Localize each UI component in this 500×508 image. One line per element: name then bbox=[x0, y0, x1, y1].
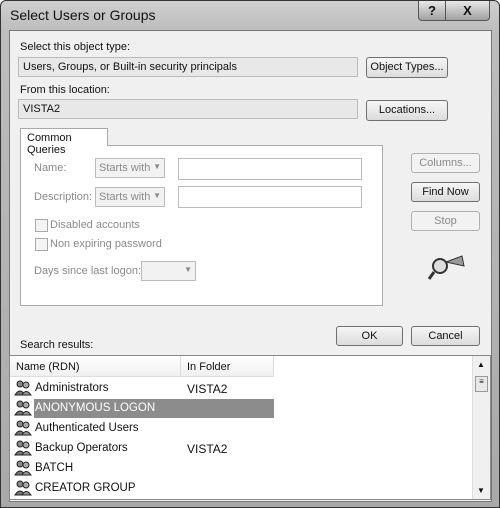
locations-button[interactable]: Locations... bbox=[366, 100, 448, 121]
name-input[interactable] bbox=[178, 158, 362, 180]
non-expiring-checkbox[interactable] bbox=[35, 238, 48, 251]
list-item[interactable]: Administrators VISTA2 bbox=[14, 379, 474, 399]
item-name: BATCH bbox=[35, 462, 74, 474]
name-mode-value: Starts with bbox=[99, 162, 151, 174]
days-since-logon-label: Days since last logon: bbox=[34, 265, 141, 277]
group-icon bbox=[14, 440, 32, 456]
description-label: Description: bbox=[34, 191, 93, 203]
search-flashlight-icon bbox=[428, 255, 465, 280]
item-name: CREATOR GROUP bbox=[35, 482, 136, 494]
item-name: Administrators bbox=[35, 382, 109, 394]
chevron-down-icon: ▼ bbox=[153, 191, 161, 200]
search-results-label: Search results: bbox=[20, 339, 94, 351]
columns-button[interactable]: Columns... bbox=[411, 153, 480, 173]
item-folder: VISTA2 bbox=[187, 442, 228, 456]
object-type-label: Select this object type: bbox=[20, 41, 131, 53]
days-since-logon-combo[interactable]: ▼ bbox=[141, 261, 196, 281]
tab-common-queries[interactable]: Common Queries bbox=[20, 128, 108, 156]
scroll-thumb[interactable]: ≡ bbox=[475, 376, 488, 392]
description-mode-value: Starts with bbox=[99, 191, 151, 203]
list-item[interactable]: Authenticated Users bbox=[14, 419, 474, 439]
non-expiring-label: Non expiring password bbox=[50, 238, 162, 250]
ok-button[interactable]: OK bbox=[336, 326, 403, 346]
scroll-down-icon[interactable]: ▼ bbox=[477, 486, 485, 495]
close-button[interactable]: X bbox=[445, 1, 490, 21]
description-input[interactable] bbox=[178, 186, 362, 208]
disabled-accounts-label: Disabled accounts bbox=[50, 219, 140, 231]
stop-button[interactable]: Stop bbox=[411, 211, 480, 231]
item-name: Backup Operators bbox=[35, 442, 128, 454]
location-label: From this location: bbox=[20, 84, 110, 96]
group-icon bbox=[14, 420, 32, 436]
item-folder: VISTA2 bbox=[187, 382, 228, 396]
list-item[interactable]: CREATOR GROUP bbox=[14, 479, 474, 499]
object-types-button[interactable]: Object Types... bbox=[366, 57, 448, 78]
window-title: Select Users or Groups bbox=[10, 7, 156, 23]
description-mode-combo[interactable]: Starts with ▼ bbox=[95, 187, 165, 207]
vertical-scrollbar[interactable]: ▲ ≡ ▼ bbox=[472, 356, 490, 499]
search-results-list[interactable]: Name (RDN) In Folder Administrators VISTA… bbox=[9, 355, 491, 500]
item-name: Authenticated Users bbox=[35, 422, 139, 434]
scroll-up-icon[interactable]: ▲ bbox=[477, 360, 485, 369]
name-label: Name: bbox=[34, 162, 67, 174]
name-mode-combo[interactable]: Starts with ▼ bbox=[95, 158, 165, 178]
column-header-folder[interactable]: In Folder bbox=[181, 356, 274, 377]
object-type-field: Users, Groups, or Built-in security prin… bbox=[18, 57, 358, 77]
find-now-button[interactable]: Find Now bbox=[411, 182, 480, 202]
group-icon bbox=[14, 400, 32, 416]
group-icon bbox=[14, 380, 32, 396]
help-button[interactable]: ? bbox=[418, 1, 446, 21]
chevron-down-icon: ▼ bbox=[184, 265, 192, 274]
cancel-button[interactable]: Cancel bbox=[411, 326, 480, 346]
group-icon bbox=[14, 460, 32, 476]
location-field: VISTA2 bbox=[18, 99, 358, 119]
chevron-down-icon: ▼ bbox=[153, 162, 161, 171]
group-icon bbox=[14, 480, 32, 496]
list-item[interactable]: Backup Operators VISTA2 bbox=[14, 439, 474, 459]
list-item[interactable]: ANONYMOUS LOGON bbox=[14, 399, 474, 419]
item-name: ANONYMOUS LOGON bbox=[35, 402, 156, 414]
disabled-accounts-checkbox[interactable] bbox=[35, 219, 48, 232]
list-item[interactable]: BATCH bbox=[14, 459, 474, 479]
column-header-name[interactable]: Name (RDN) bbox=[10, 356, 181, 377]
